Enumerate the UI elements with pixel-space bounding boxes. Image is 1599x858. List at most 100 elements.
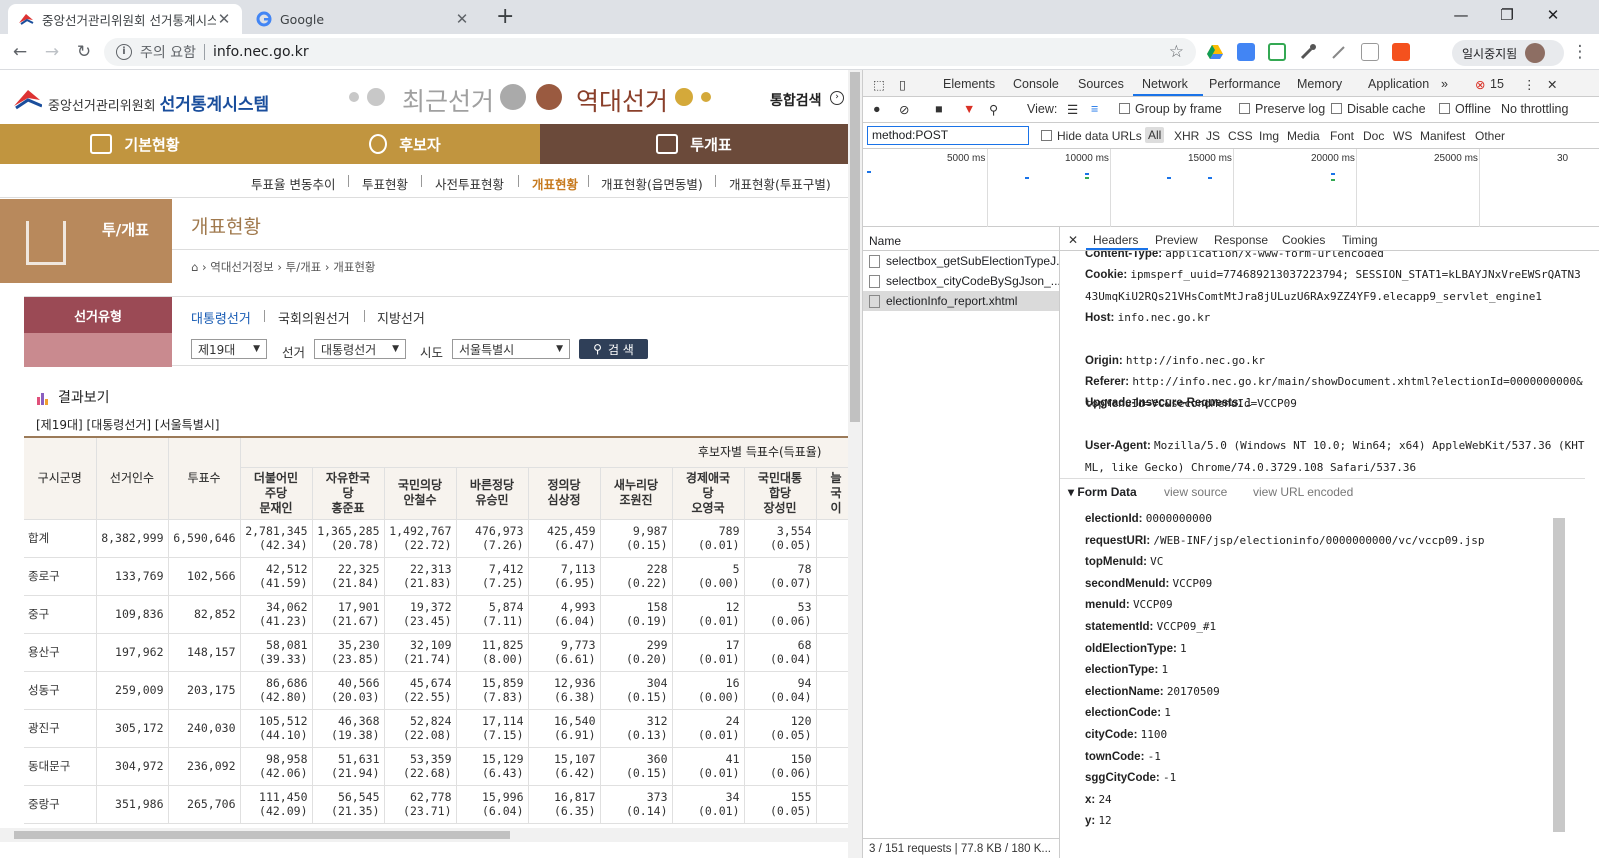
subnav-turnout-trend[interactable]: 투표율 변동추이	[251, 174, 335, 193]
inspect-icon[interactable]: ⬚	[873, 77, 885, 92]
screenshot-icon[interactable]: ■	[935, 102, 943, 116]
search-button[interactable]: ⚲ 검 색	[579, 339, 648, 359]
subnav-count-by-precinct[interactable]: 개표현황(투표구별)	[729, 174, 831, 193]
type-css[interactable]: CSS	[1228, 129, 1253, 143]
forward-icon[interactable]: →	[40, 40, 64, 64]
scrollbar-thumb[interactable]	[14, 831, 510, 839]
city-select[interactable]: 서울특별시 ▼	[452, 339, 570, 359]
record-icon[interactable]: ●	[873, 102, 881, 116]
translate-extension-icon[interactable]	[1237, 43, 1255, 61]
term-select[interactable]: 제19대 ▼	[191, 339, 267, 359]
request-row-selected[interactable]: electionInfo_report.xhtml	[863, 291, 1059, 311]
scrollbar-thumb[interactable]	[850, 72, 860, 422]
waterfall-icon[interactable]: ≡	[1091, 102, 1098, 116]
view-url-encoded-link[interactable]: view URL encoded	[1253, 485, 1353, 499]
filter-icon[interactable]: ▼	[963, 102, 975, 116]
tab-performance[interactable]: Performance	[1209, 77, 1281, 91]
type-js[interactable]: JS	[1206, 129, 1220, 143]
search-icon[interactable]: ⚲	[989, 102, 998, 117]
type-media[interactable]: Media	[1287, 129, 1320, 143]
type-doc[interactable]: Doc	[1363, 129, 1384, 143]
close-devtools-icon[interactable]: ✕	[1547, 77, 1557, 92]
drive-extension-icon[interactable]	[1206, 43, 1224, 61]
type-all[interactable]: All	[1145, 127, 1165, 143]
devtools-scrollbar-thumb[interactable]	[1553, 518, 1565, 832]
tab-elements[interactable]: Elements	[943, 77, 995, 91]
large-rows-icon[interactable]: ☰	[1067, 102, 1078, 117]
page-horizontal-scrollbar[interactable]	[0, 828, 848, 842]
tab-application[interactable]: Application	[1368, 77, 1429, 91]
error-count[interactable]: 15	[1490, 77, 1504, 91]
eyedropper-extension-icon[interactable]	[1299, 43, 1317, 61]
throttling-select[interactable]: No throttling	[1501, 102, 1568, 116]
view-source-link[interactable]: view source	[1164, 485, 1227, 499]
device-toolbar-icon[interactable]: ▯	[899, 77, 906, 92]
subnav-count-status[interactable]: 개표현황	[532, 174, 578, 193]
home-icon[interactable]: ⌂	[191, 260, 198, 274]
profile-button[interactable]: 일시중지됨	[1452, 40, 1564, 66]
screen-extension-icon[interactable]	[1361, 43, 1379, 61]
back-icon[interactable]: ←	[8, 40, 32, 64]
hide-data-urls-checkbox[interactable]: Hide data URLs	[1041, 129, 1142, 143]
network-overview[interactable]: 5000 ms 10000 ms 15000 ms 20000 ms 25000…	[863, 149, 1599, 227]
history-elections-link[interactable]: 역대선거	[576, 82, 668, 118]
type-presidential[interactable]: 대통령선거	[191, 308, 251, 327]
nav-basic[interactable]: 기본현황	[0, 124, 270, 164]
tab-memory[interactable]: Memory	[1297, 77, 1342, 91]
type-manifest[interactable]: Manifest	[1420, 129, 1465, 143]
tab-timing[interactable]: Timing	[1342, 233, 1378, 247]
offline-checkbox[interactable]: Offline	[1439, 102, 1491, 116]
recent-elections-link[interactable]: 최근선거	[402, 82, 494, 118]
tab-sources[interactable]: Sources	[1078, 77, 1124, 91]
bookmark-star-icon[interactable]: ☆	[1169, 42, 1184, 62]
preserve-log-checkbox[interactable]: Preserve log	[1239, 102, 1325, 116]
minimize-icon[interactable]: —	[1438, 0, 1484, 30]
name-column-header[interactable]: Name	[863, 227, 1059, 251]
reload-icon[interactable]: ↻	[72, 40, 96, 64]
devtools-menu-icon[interactable]: ⋮	[1523, 77, 1536, 92]
ex-extension-icon[interactable]	[1392, 43, 1410, 61]
tab-console[interactable]: Console	[1013, 77, 1059, 91]
form-data-section-toggle[interactable]: ▾ Form Data	[1068, 485, 1137, 499]
type-national-assembly[interactable]: 국회의원선거	[278, 308, 350, 327]
request-row[interactable]: selectbox_getSubElectionTypeJ...	[863, 251, 1059, 271]
tab-google[interactable]: Google ✕	[246, 4, 480, 34]
disable-cache-checkbox[interactable]: Disable cache	[1331, 102, 1426, 116]
page-vertical-scrollbar[interactable]	[848, 70, 862, 858]
election-select[interactable]: 대통령선거 ▼	[314, 339, 406, 359]
info-icon[interactable]: i	[116, 44, 132, 60]
close-detail-icon[interactable]: ✕	[1068, 233, 1078, 247]
group-by-frame-checkbox[interactable]: Group by frame	[1119, 102, 1222, 116]
new-tab-icon[interactable]: +	[496, 4, 514, 30]
tab-response[interactable]: Response	[1214, 233, 1268, 247]
type-ws[interactable]: WS	[1393, 129, 1412, 143]
nav-candidates[interactable]: 후보자	[270, 124, 540, 164]
clear-icon[interactable]: ⊘	[899, 102, 909, 117]
address-bar[interactable]: i 주의 요함 info.nec.go.kr ☆	[104, 38, 1196, 66]
type-xhr[interactable]: XHR	[1174, 129, 1199, 143]
tab-headers[interactable]: Headers	[1093, 233, 1138, 247]
type-font[interactable]: Font	[1330, 129, 1354, 143]
close-window-icon[interactable]: ✕	[1530, 0, 1576, 30]
site-logo[interactable]: 중앙선거관리위원회 선거통계시스템	[48, 90, 269, 115]
tab-preview[interactable]: Preview	[1155, 233, 1198, 247]
close-tab-icon[interactable]: ✕	[454, 10, 470, 28]
type-img[interactable]: Img	[1259, 129, 1279, 143]
tab-network[interactable]: Network	[1142, 77, 1188, 91]
tab-cookies[interactable]: Cookies	[1282, 233, 1325, 247]
sync-extension-icon[interactable]	[1268, 43, 1286, 61]
more-tabs-icon[interactable]: »	[1441, 77, 1448, 91]
type-local[interactable]: 지방선거	[377, 308, 425, 327]
filter-input[interactable]: method:POST	[867, 126, 1029, 145]
breadcrumb-item[interactable]: 역대선거정보	[210, 260, 273, 274]
menu-icon[interactable]: ⋮	[1568, 40, 1592, 64]
tab-nec[interactable]: 중앙선거관리위원회 선거통계시스 ✕	[8, 4, 242, 34]
type-other[interactable]: Other	[1475, 129, 1505, 143]
subnav-voting-status[interactable]: 투표현황	[362, 174, 408, 193]
nav-voting[interactable]: 투개표	[540, 124, 848, 164]
request-row[interactable]: selectbox_cityCodeBySgJson_...	[863, 271, 1059, 291]
error-icon[interactable]: ⊗	[1475, 77, 1485, 92]
brush-extension-icon[interactable]	[1330, 43, 1348, 61]
subnav-count-by-town[interactable]: 개표현황(읍면동별)	[601, 174, 703, 193]
restore-icon[interactable]: ❐	[1484, 0, 1530, 30]
